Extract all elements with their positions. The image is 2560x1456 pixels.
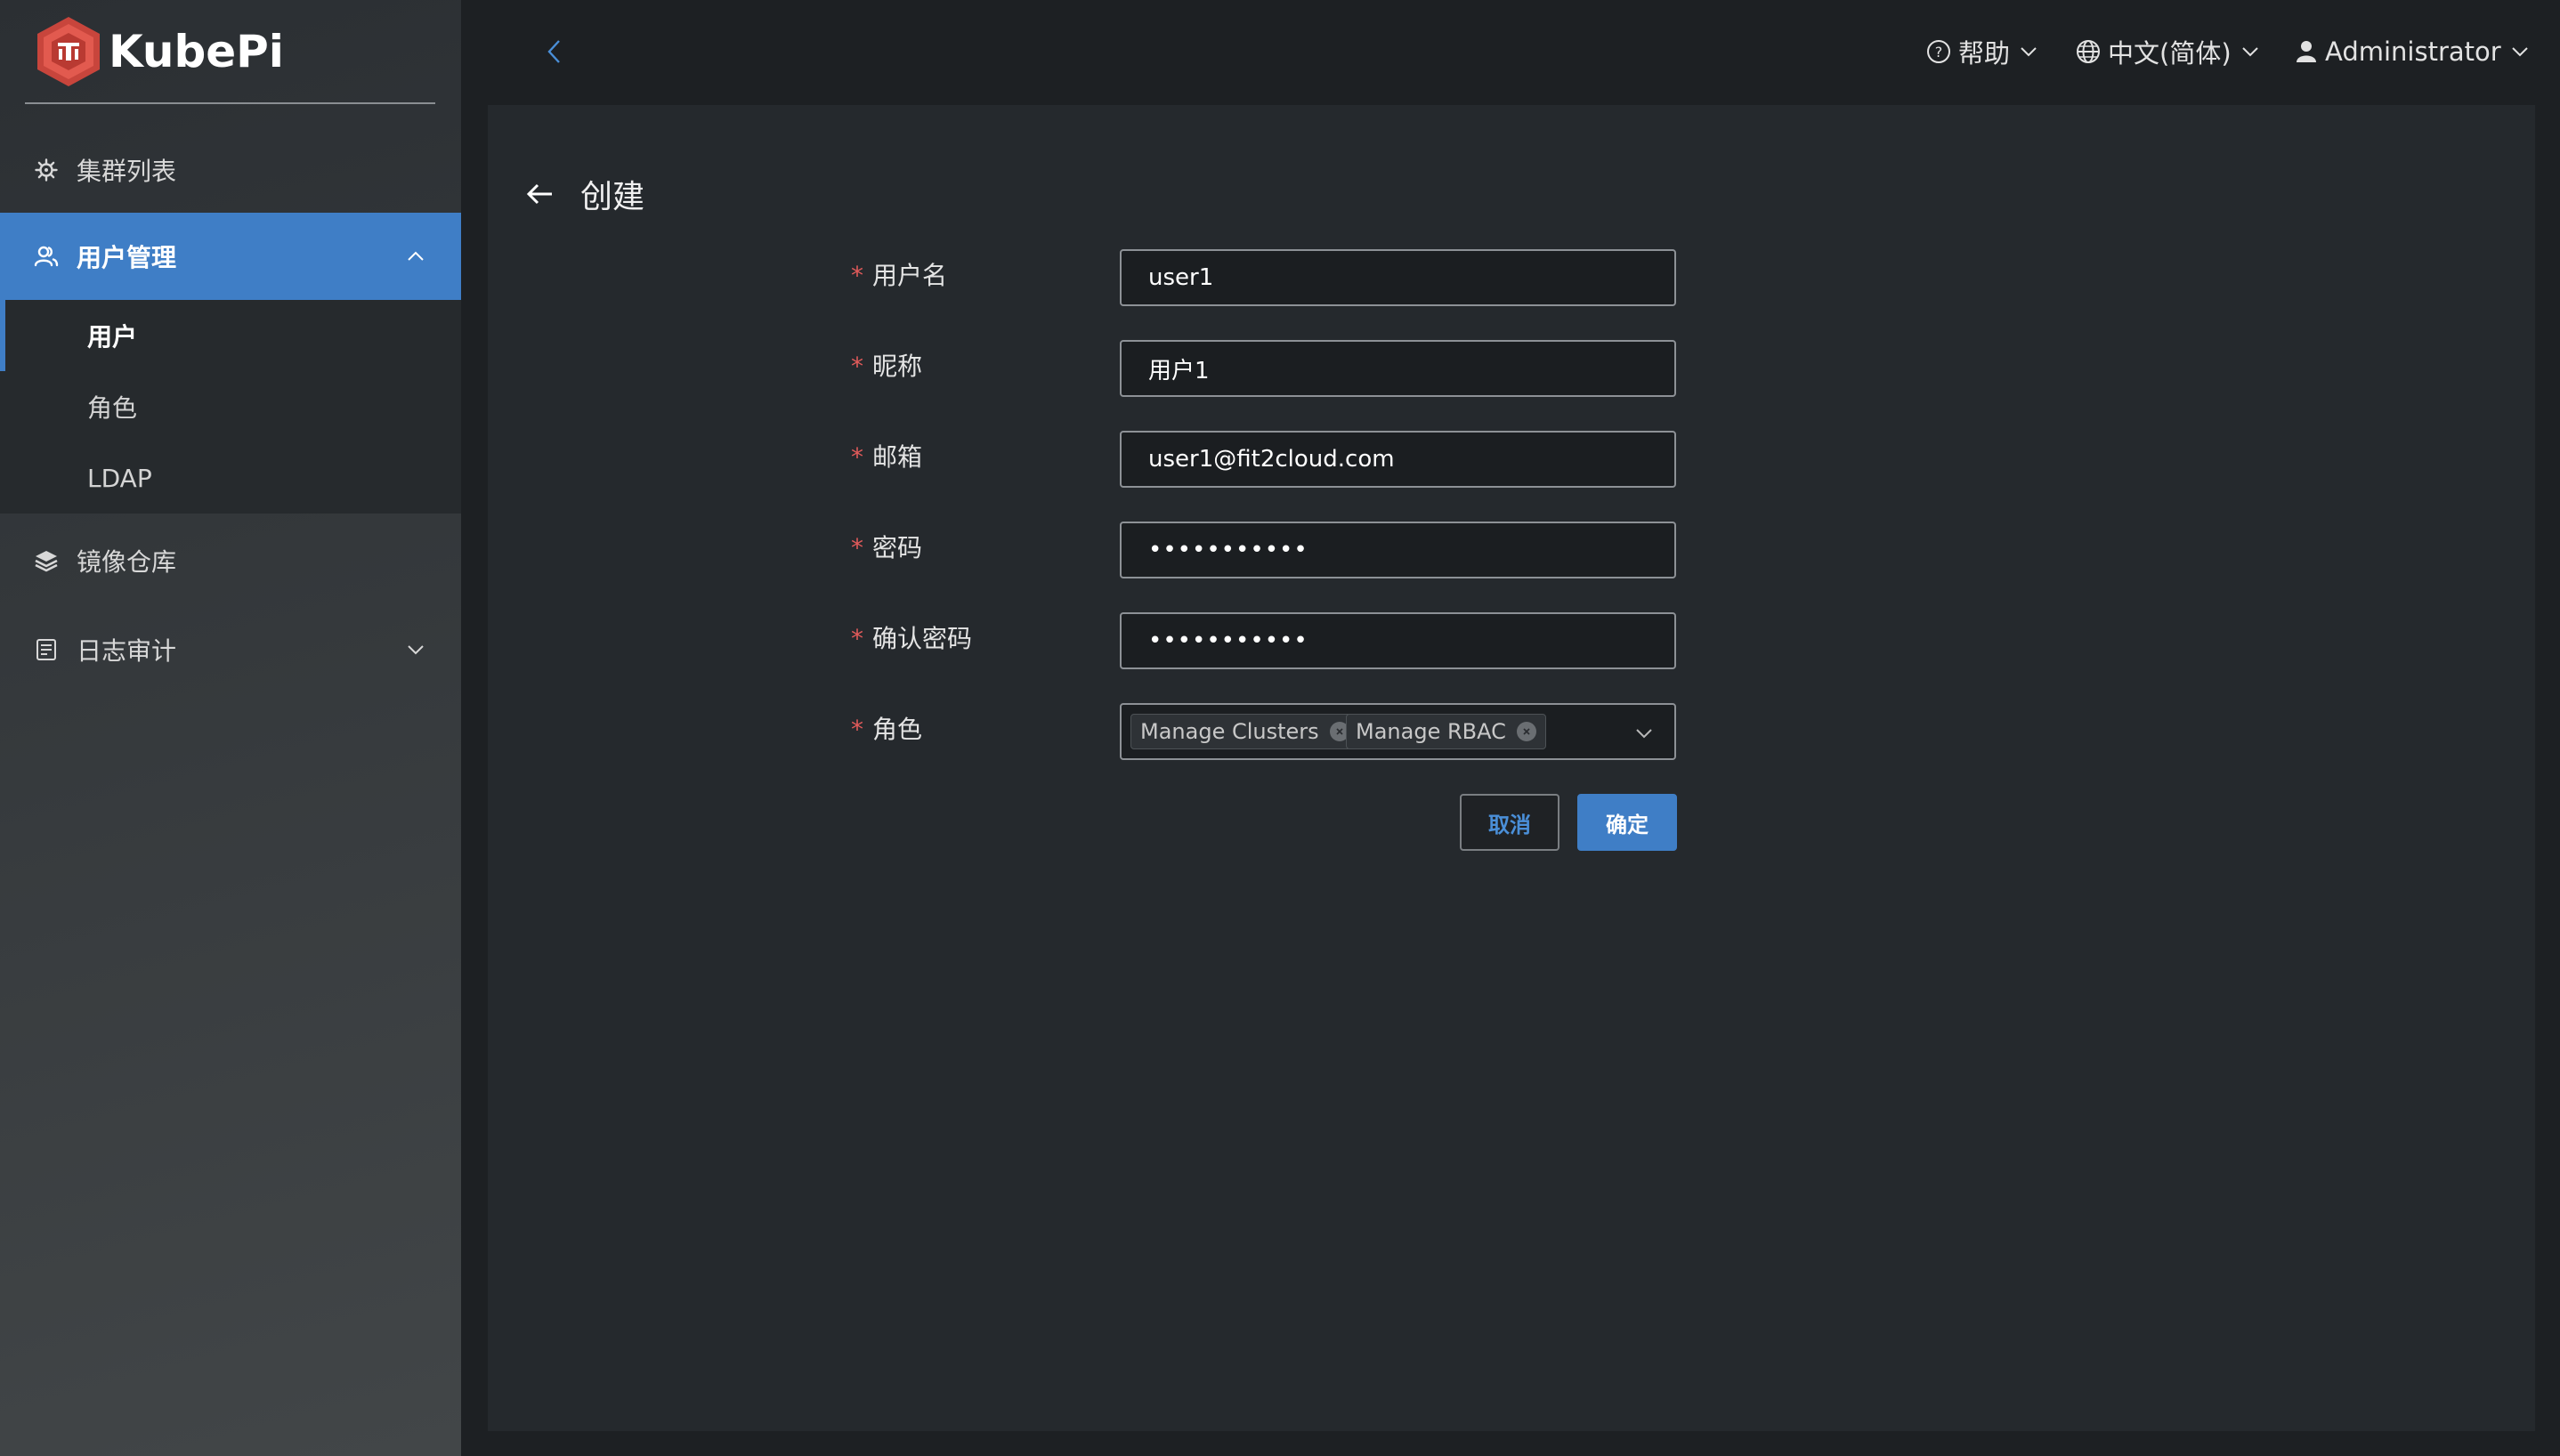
sidebar-subitem-label: 用户 bbox=[87, 318, 137, 353]
sidebar-item-label: 用户管理 bbox=[77, 239, 176, 274]
confirm-password-label: * 确认密码 bbox=[851, 621, 972, 657]
required-mark: * bbox=[851, 715, 863, 744]
top-header: ? 帮助 中文(简体) Administrator bbox=[461, 0, 2560, 103]
helm-icon bbox=[34, 158, 59, 182]
language-menu[interactable]: 中文(简体) bbox=[2076, 32, 2260, 71]
help-menu[interactable]: ? 帮助 bbox=[1926, 32, 2038, 71]
roles-select[interactable]: Manage Clusters Manage RBAC bbox=[1120, 703, 1676, 760]
sidebar-subitem-label: LDAP bbox=[87, 464, 152, 493]
username-label-text: 用户名 bbox=[872, 261, 947, 290]
nickname-input[interactable] bbox=[1120, 340, 1676, 397]
globe-icon bbox=[2076, 39, 2101, 64]
nickname-label: * 昵称 bbox=[851, 349, 922, 384]
nickname-label-text: 昵称 bbox=[872, 352, 922, 381]
chevron-up-icon bbox=[406, 247, 425, 266]
password-input[interactable] bbox=[1120, 522, 1676, 578]
role-tag: Manage RBAC bbox=[1346, 714, 1546, 749]
email-label-text: 邮箱 bbox=[872, 442, 922, 472]
sidebar: KubePi 集群列表 bbox=[0, 0, 461, 1456]
required-mark: * bbox=[851, 533, 863, 562]
required-mark: * bbox=[851, 261, 863, 290]
email-label: * 邮箱 bbox=[851, 440, 922, 475]
document-icon bbox=[34, 637, 59, 662]
sidebar-subitem-users[interactable]: 用户 bbox=[0, 300, 461, 371]
sidebar-item-audit-logs[interactable]: 日志审计 bbox=[0, 606, 461, 693]
user-label: Administrator bbox=[2325, 36, 2501, 67]
sidebar-item-label: 日志审计 bbox=[77, 632, 176, 667]
required-mark: * bbox=[851, 442, 863, 472]
sidebar-subitem-label: 角色 bbox=[87, 389, 137, 425]
user-menu[interactable]: Administrator bbox=[2295, 32, 2530, 71]
layers-icon bbox=[34, 548, 59, 573]
language-label: 中文(简体) bbox=[2108, 33, 2232, 70]
app-name: KubePi bbox=[109, 26, 284, 77]
question-icon: ? bbox=[1926, 39, 1951, 64]
arrow-left-icon[interactable] bbox=[523, 178, 555, 210]
remove-tag-icon[interactable] bbox=[1517, 722, 1536, 741]
sidebar-item-clusters[interactable]: 集群列表 bbox=[0, 126, 461, 214]
logo[interactable]: KubePi bbox=[34, 14, 284, 89]
password-label-text: 密码 bbox=[872, 533, 922, 562]
main-panel: 创建 * 用户名 * 昵称 * 邮箱 * 密码 * 确认密码 * 角色 Manage Clu… bbox=[488, 105, 2535, 1431]
roles-label: * 角色 bbox=[851, 712, 922, 748]
help-label: 帮助 bbox=[1958, 33, 2010, 70]
submit-button[interactable]: 确定 bbox=[1577, 794, 1677, 851]
role-tag: Manage Clusters bbox=[1130, 714, 1359, 749]
sidebar-item-image-repos[interactable]: 镜像仓库 bbox=[0, 517, 461, 604]
required-mark: * bbox=[851, 624, 863, 653]
chevron-down-icon bbox=[2240, 42, 2260, 61]
sidebar-item-label: 集群列表 bbox=[77, 152, 176, 188]
page-title: 创建 bbox=[580, 171, 644, 217]
kubepi-logo-icon bbox=[34, 15, 103, 88]
collapse-sidebar-icon[interactable] bbox=[539, 36, 571, 68]
confirm-password-label-text: 确认密码 bbox=[872, 624, 972, 653]
role-tag-label: Manage RBAC bbox=[1356, 719, 1506, 744]
password-label: * 密码 bbox=[851, 530, 922, 566]
email-input[interactable] bbox=[1120, 431, 1676, 488]
required-mark: * bbox=[851, 352, 863, 381]
chevron-down-icon bbox=[1633, 723, 1655, 744]
username-label: * 用户名 bbox=[851, 258, 947, 294]
role-tag-label: Manage Clusters bbox=[1140, 719, 1319, 744]
sidebar-item-label: 镜像仓库 bbox=[77, 543, 176, 578]
username-input[interactable] bbox=[1120, 249, 1676, 306]
sidebar-item-user-management[interactable]: 用户管理 bbox=[0, 213, 461, 300]
svg-text:?: ? bbox=[1935, 44, 1943, 61]
confirm-password-input[interactable] bbox=[1120, 612, 1676, 669]
users-icon bbox=[34, 244, 59, 269]
sidebar-subitem-ldap[interactable]: LDAP bbox=[0, 442, 461, 514]
user-management-submenu: 用户 角色 LDAP bbox=[0, 300, 461, 514]
sidebar-subitem-roles[interactable]: 角色 bbox=[0, 371, 461, 442]
chevron-down-icon bbox=[2019, 42, 2038, 61]
roles-label-text: 角色 bbox=[872, 715, 922, 744]
chevron-down-icon bbox=[406, 640, 425, 659]
sidebar-divider bbox=[25, 102, 435, 104]
cancel-button[interactable]: 取消 bbox=[1460, 794, 1559, 851]
chevron-down-icon bbox=[2510, 42, 2530, 61]
user-icon bbox=[2295, 39, 2318, 64]
